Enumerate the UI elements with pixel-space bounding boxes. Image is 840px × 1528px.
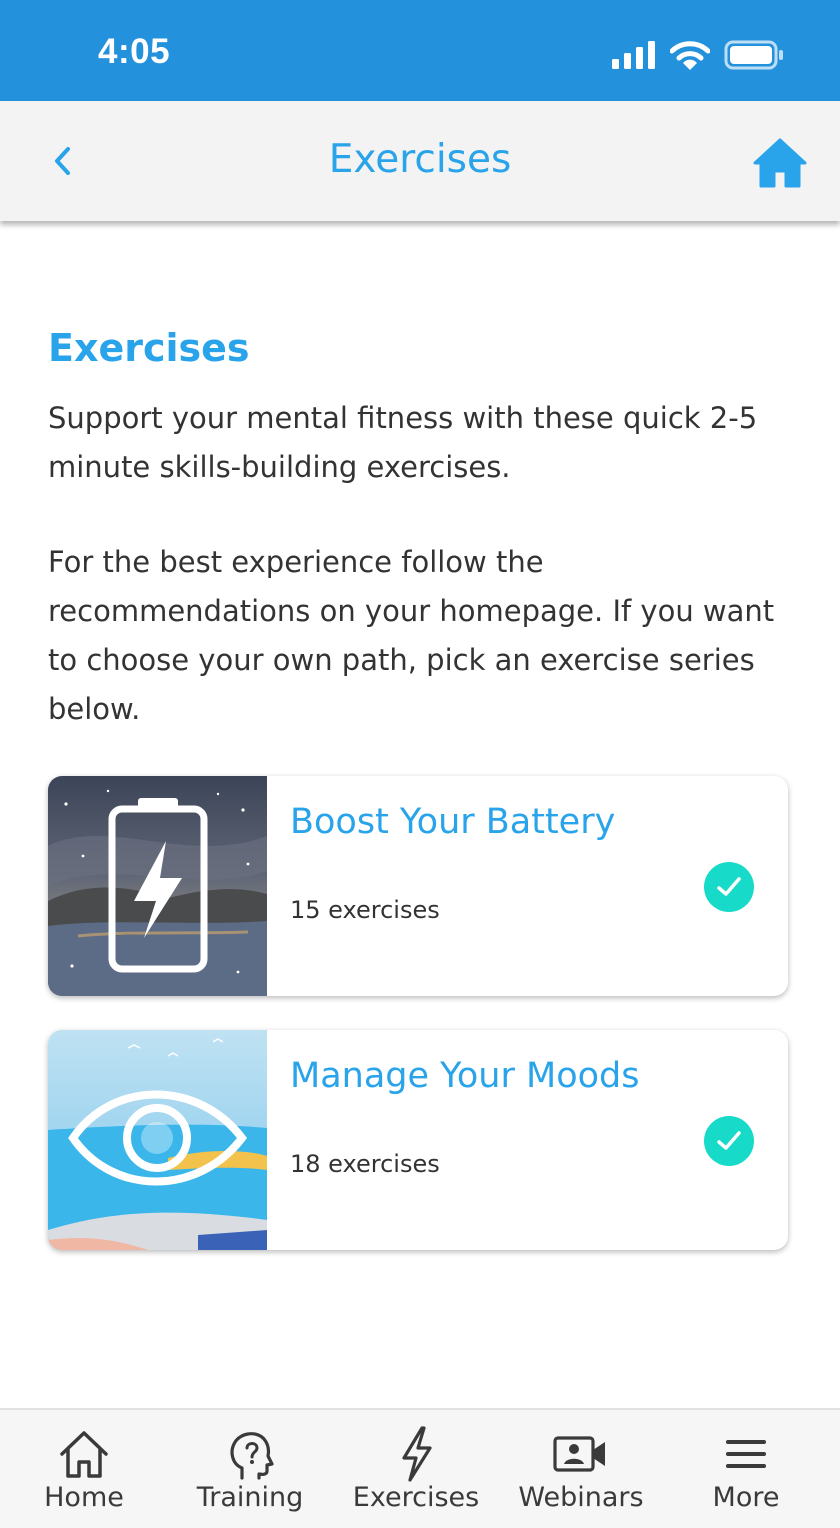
lightning-icon — [402, 1426, 432, 1482]
tab-label: Training — [196, 1482, 304, 1513]
tab-label: Home — [44, 1482, 124, 1513]
series-count: 15 exercises — [290, 896, 440, 924]
page-title: Exercises — [328, 137, 512, 182]
tab-label: More — [712, 1482, 780, 1513]
eye-icon — [48, 1030, 267, 1250]
status-time: 4:05 — [98, 32, 171, 71]
tab-more[interactable]: More — [686, 1410, 806, 1528]
navigation-bar: Exercises — [0, 101, 840, 221]
section-heading: Exercises — [48, 326, 250, 370]
completed-badge — [704, 862, 754, 912]
home-button[interactable] — [752, 135, 808, 191]
tab-bar: Home Training Exercises Webinars More — [0, 1408, 840, 1528]
tab-label: Exercises — [352, 1482, 480, 1513]
cellular-signal-icon — [612, 41, 655, 69]
series-title: Boost Your Battery — [290, 802, 616, 842]
tab-webinars[interactable]: Webinars — [518, 1410, 644, 1528]
home-icon — [753, 138, 807, 188]
tab-training[interactable]: Training — [190, 1410, 310, 1528]
completed-badge — [704, 1116, 754, 1166]
tab-home[interactable]: Home — [24, 1410, 144, 1528]
series-title: Manage Your Moods — [290, 1056, 640, 1096]
main-content: Exercises Support your mental fitness wi… — [48, 322, 798, 734]
wifi-icon — [670, 41, 710, 70]
tab-label: Webinars — [518, 1482, 644, 1513]
intro-text: Support your mental fitness with these q… — [48, 401, 758, 484]
status-bar: 4:05 — [0, 0, 840, 101]
checkmark-icon — [717, 1131, 741, 1150]
series-count: 18 exercises — [290, 1150, 440, 1178]
head-question-icon — [230, 1432, 274, 1480]
status-icons — [612, 38, 784, 72]
guidance-text: For the best experience follow the recom… — [48, 545, 775, 726]
battery-bolt-icon — [48, 776, 267, 996]
series-card-manage-your-moods[interactable]: Manage Your Moods 18 exercises — [48, 1030, 788, 1250]
video-person-icon — [553, 1436, 605, 1472]
home-outline-icon — [60, 1431, 108, 1478]
hamburger-menu-icon — [726, 1440, 766, 1468]
series-card-boost-your-battery[interactable]: Boost Your Battery 15 exercises — [48, 776, 788, 996]
tab-exercises[interactable]: Exercises — [352, 1410, 480, 1528]
battery-icon — [724, 40, 783, 70]
checkmark-icon — [717, 877, 741, 896]
